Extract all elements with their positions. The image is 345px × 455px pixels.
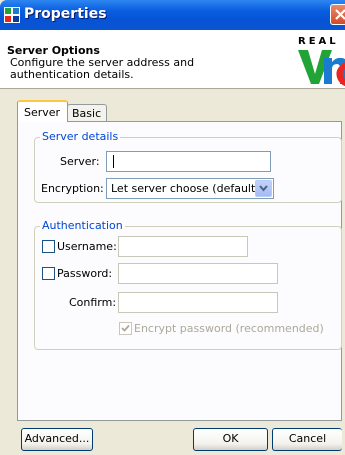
- tab-basic-label: Basic: [72, 107, 102, 120]
- encryption-value: Let server choose (default): [111, 182, 260, 195]
- server-input[interactable]: [106, 151, 271, 172]
- logo-text: REAL: [298, 36, 339, 47]
- dropdown-button[interactable]: [255, 180, 272, 197]
- username-label: Username:: [57, 240, 117, 253]
- realvnc-logo: REAL: [298, 36, 345, 86]
- checkmark-icon: [121, 324, 130, 332]
- password-checkbox[interactable]: [42, 267, 55, 280]
- encrypt-password-checkbox[interactable]: [119, 322, 132, 335]
- confirm-input[interactable]: [118, 292, 278, 313]
- encrypt-password-label: Encrypt password (recommended): [134, 322, 324, 335]
- title-bar[interactable]: Properties: [0, 0, 345, 30]
- advanced-button[interactable]: Advanced...: [21, 428, 93, 451]
- window-title: Properties: [24, 6, 107, 22]
- chevron-down-icon: [259, 185, 268, 192]
- tab-server-label: Server: [24, 106, 61, 119]
- close-button[interactable]: [330, 4, 345, 25]
- password-input[interactable]: [118, 263, 278, 284]
- encryption-label: Encryption:: [41, 182, 104, 195]
- confirm-label: Confirm:: [69, 296, 117, 309]
- server-label: Server:: [60, 155, 100, 168]
- username-checkbox[interactable]: [42, 240, 55, 253]
- text-caret: [113, 155, 114, 168]
- authentication-legend: Authentication: [40, 219, 125, 232]
- app-icon: [4, 7, 20, 23]
- server-details-legend: Server details: [40, 130, 121, 143]
- header-description: Configure the server address and authent…: [10, 56, 195, 81]
- password-label: Password:: [57, 267, 113, 280]
- close-icon: [335, 9, 345, 20]
- cancel-button[interactable]: Cancel: [272, 428, 342, 451]
- tab-server[interactable]: Server: [17, 100, 68, 122]
- tab-basic[interactable]: Basic: [67, 104, 107, 122]
- encryption-select[interactable]: Let server choose (default): [106, 178, 274, 199]
- ok-button[interactable]: OK: [193, 428, 268, 451]
- username-input[interactable]: [118, 236, 248, 257]
- properties-dialog: Properties Server Options Configure the …: [0, 0, 345, 455]
